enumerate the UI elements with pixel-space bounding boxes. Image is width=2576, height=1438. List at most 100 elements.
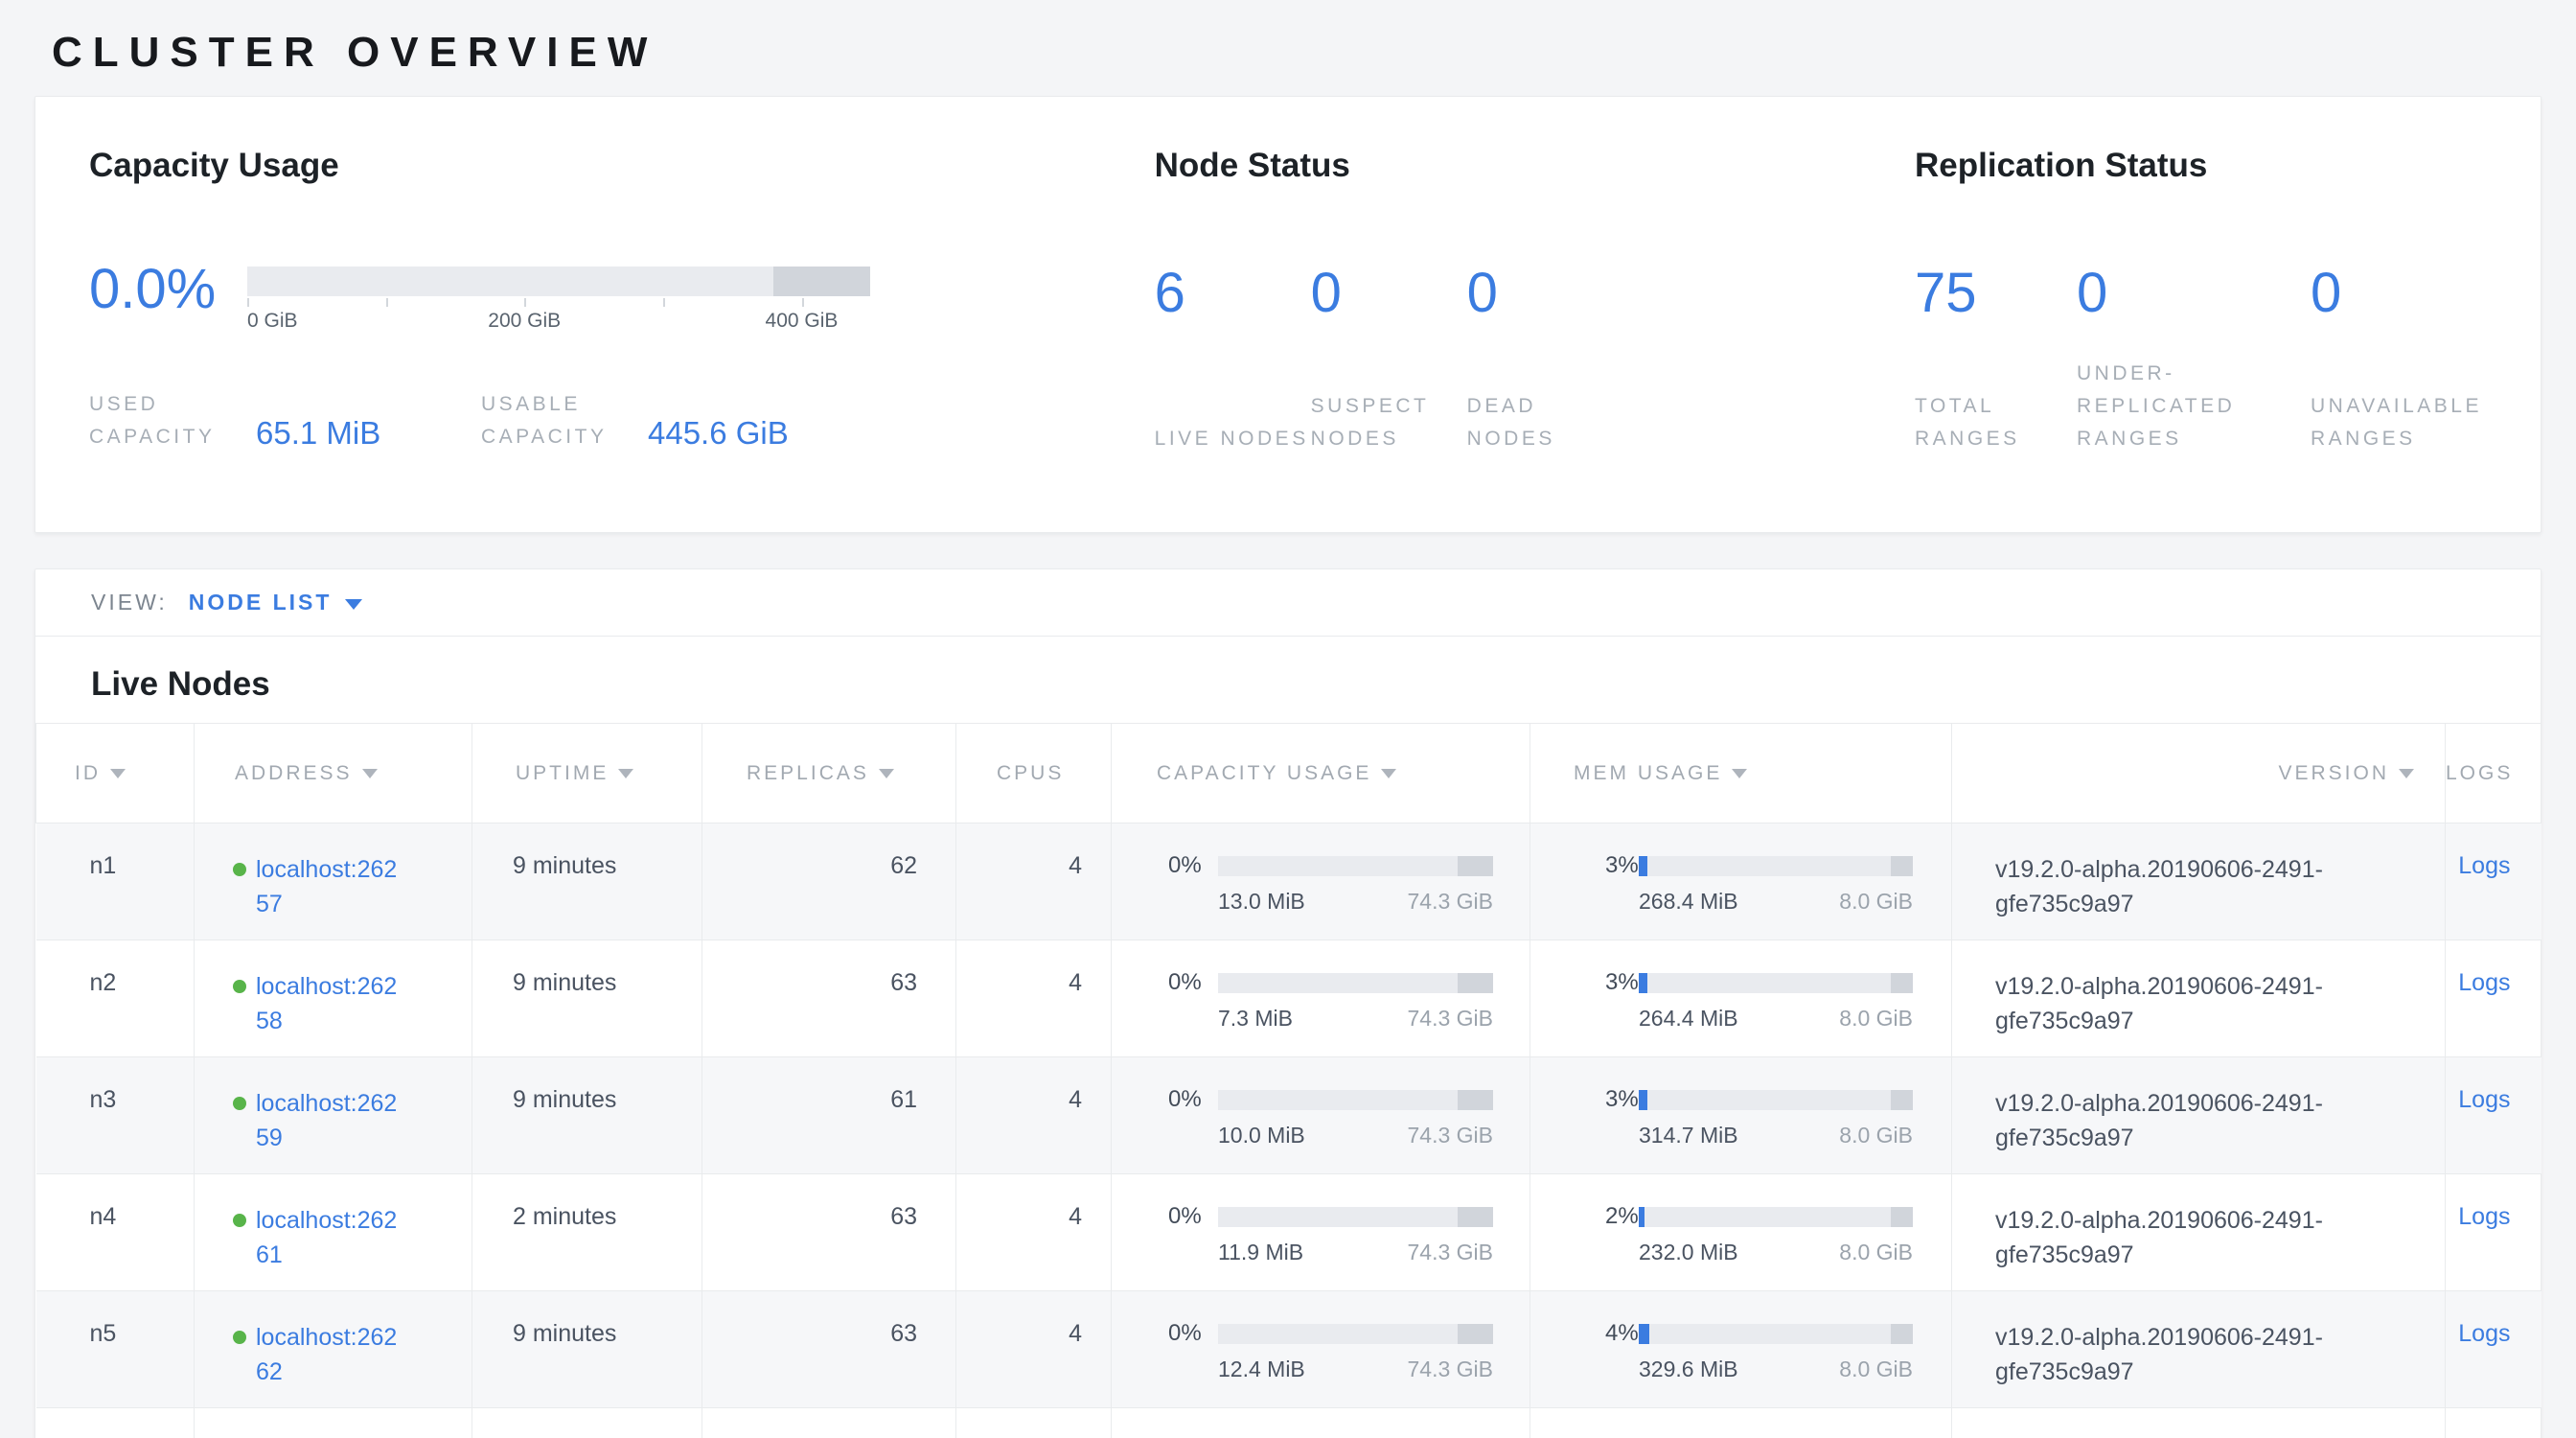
status-stat: 75 TOTAL RANGES: [1915, 266, 2077, 455]
sort-caret-icon: [362, 769, 378, 778]
usable-capacity-stat: USABLE CAPACITY 445.6 GiB: [481, 388, 789, 453]
summary-card: Capacity Usage 0.0% 0 GiB 200 GiB 400 Gi…: [34, 96, 2542, 533]
stat-label: USABLE CAPACITY: [481, 388, 642, 453]
uptime-cell: 2 minutes: [472, 1174, 702, 1291]
logs-link[interactable]: Logs: [2458, 1320, 2510, 1347]
mem-meter-reserved: [1891, 973, 1913, 993]
column-header[interactable]: REPLICAS: [702, 724, 956, 823]
node-id-cell: n5: [36, 1291, 195, 1408]
capacity-used-value: 12.4 MiB: [1218, 1357, 1305, 1382]
mem-meter: [1639, 856, 1913, 876]
capacity-percent-label: 0%: [1168, 852, 1218, 879]
status-stat: 0 UNAVAILABLE RANGES: [2311, 266, 2541, 455]
stat-label: DEAD NODES: [1467, 390, 1623, 455]
capacity-meter: [1218, 856, 1493, 876]
page-title: CLUSTER OVERVIEW: [52, 29, 2542, 77]
capacity-usage-cell: 0% 12.4 MiB 74.3 GiB: [1112, 1291, 1530, 1408]
version-text: v19.2.0-alpha.20190606-2491-gfe735c9a97: [1995, 1203, 2392, 1273]
used-capacity-stat: USED CAPACITY 65.1 MiB: [89, 388, 481, 453]
status-dot-icon: [233, 863, 246, 876]
capacity-used-value: 7.3 MiB: [1218, 1006, 1293, 1032]
column-header: CPUS: [956, 724, 1112, 823]
stat-label: UNAVAILABLE RANGES: [2311, 390, 2541, 455]
node-address-link[interactable]: localhost:26262: [256, 1320, 407, 1390]
stat-label: USED CAPACITY: [89, 388, 250, 453]
node-list-card: VIEW: NODE LIST Live Nodes ID: [34, 568, 2542, 1438]
logs-cell: Logs: [2446, 1057, 2542, 1174]
status-dot-icon: [233, 1097, 246, 1110]
table-header-row: ID ADDRESS UPTIME REPLICAS: [36, 724, 2542, 823]
node-address-link[interactable]: localhost:26257: [256, 852, 407, 922]
capacity-gauge-ticks: [247, 296, 870, 308]
mem-percent-label: 3%: [1605, 1086, 1639, 1113]
status-dot-icon: [233, 980, 246, 993]
mem-used-value: 268.4 MiB: [1639, 889, 1738, 915]
node-address-link[interactable]: localhost:26261: [256, 1203, 407, 1273]
mem-usage-cell: 3% 314.7 MiB 8.0 GiB: [1530, 1057, 1952, 1174]
stat-value: 65.1 MiB: [256, 417, 380, 453]
column-header-label: LOGS: [2446, 762, 2513, 784]
column-header-label: ADDRESS: [235, 762, 353, 784]
status-stat: 0 DEAD NODES: [1467, 266, 1623, 455]
mem-meter-reserved: [1891, 856, 1913, 876]
table-row: n1 localhost:26257 9 minutes 62 4: [36, 823, 2542, 940]
mem-used-value: 232.0 MiB: [1639, 1240, 1738, 1265]
live-nodes-title: Live Nodes: [35, 637, 2541, 723]
capacity-usage-title: Capacity Usage: [89, 147, 1155, 185]
capacity-meter: [1218, 1090, 1493, 1110]
capacity-total-value: 74.3 GiB: [1408, 1123, 1494, 1148]
sort-caret-icon: [110, 769, 126, 778]
mem-meter-reserved: [1891, 1090, 1913, 1110]
logs-link[interactable]: Logs: [2458, 1086, 2510, 1113]
capacity-percent-label: 0%: [1168, 969, 1218, 996]
logs-link[interactable]: Logs: [2458, 852, 2510, 879]
column-header: LOGS: [2446, 724, 2542, 823]
mem-used-value: 329.6 MiB: [1639, 1357, 1738, 1382]
node-address-link[interactable]: localhost:26258: [256, 969, 407, 1039]
capacity-percent-label: 0%: [1168, 1203, 1218, 1230]
column-header[interactable]: UPTIME: [472, 724, 702, 823]
node-status-title: Node Status: [1155, 147, 1915, 185]
cpus-cell: 4: [956, 940, 1112, 1057]
version-cell: v19.2.0-alpha.20190606-2491-gfe735c9a97: [1952, 1174, 2446, 1291]
stat-label: UNDER-REPLICATED RANGES: [2077, 358, 2311, 455]
logs-link[interactable]: Logs: [2458, 1203, 2510, 1230]
logs-link[interactable]: Logs: [2458, 969, 2510, 996]
cluster-overview-page: CLUSTER OVERVIEW Capacity Usage 0.0% 0 G…: [0, 29, 2576, 1438]
stat-value: 0: [1467, 266, 1623, 321]
mem-total-value: 8.0 GiB: [1839, 1357, 1913, 1382]
capacity-meter-reserved: [1458, 973, 1493, 993]
mem-used-value: 264.4 MiB: [1639, 1006, 1738, 1032]
capacity-percent-label: 0%: [1168, 1320, 1218, 1347]
uptime-cell: 9 minutes: [472, 940, 702, 1057]
column-header-label: VERSION: [2278, 762, 2389, 784]
node-status-section: Node Status 6 LIVE NODES 0 SUSPECT NODES…: [1155, 147, 1915, 532]
table-partial-body: [36, 1408, 2542, 1438]
column-header[interactable]: CAPACITY USAGE: [1112, 724, 1530, 823]
replication-status-stats: 75 TOTAL RANGES 0 UNDER-REPLICATED RANGE…: [1915, 266, 2541, 455]
uptime-cell: 9 minutes: [472, 1057, 702, 1174]
logs-cell: Logs: [2446, 940, 2542, 1057]
column-header[interactable]: VERSION: [1952, 724, 2446, 823]
live-nodes-table: ID ADDRESS UPTIME REPLICAS: [35, 723, 2542, 1438]
node-address-cell: localhost:26258: [195, 940, 472, 1057]
node-address-link[interactable]: localhost:26259: [256, 1086, 407, 1156]
column-header[interactable]: MEM USAGE: [1530, 724, 1952, 823]
cpus-cell: 4: [956, 823, 1112, 940]
capacity-gauge-reserved-segment: [773, 267, 870, 296]
column-header[interactable]: ID: [36, 724, 195, 823]
mem-usage-cell: 2% 232.0 MiB 8.0 GiB: [1530, 1174, 1952, 1291]
node-address-cell: localhost:26257: [195, 823, 472, 940]
view-selector-dropdown[interactable]: NODE LIST: [189, 590, 363, 615]
replication-status-title: Replication Status: [1915, 147, 2541, 185]
capacity-meter-reserved: [1458, 1324, 1493, 1344]
status-dot-icon: [233, 1214, 246, 1227]
column-header-label: MEM USAGE: [1574, 762, 1722, 784]
node-id-cell: n4: [36, 1174, 195, 1291]
column-header[interactable]: ADDRESS: [195, 724, 472, 823]
mem-percent-label: 2%: [1605, 1203, 1639, 1230]
status-stat: 0 UNDER-REPLICATED RANGES: [2077, 266, 2311, 455]
mem-meter: [1639, 1090, 1913, 1110]
capacity-gauge-bar: [247, 267, 870, 296]
version-text: v19.2.0-alpha.20190606-2491-gfe735c9a97: [1995, 1086, 2392, 1156]
